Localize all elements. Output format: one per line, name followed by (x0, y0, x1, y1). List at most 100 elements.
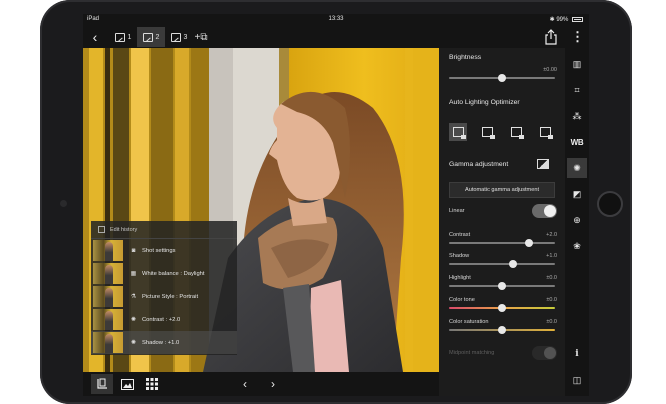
white-balance-button[interactable]: WB (567, 132, 587, 152)
gamma-title: Gamma adjustment (449, 161, 509, 168)
alo-off-button[interactable] (449, 123, 467, 141)
add-tab-button[interactable]: +⧉ (191, 27, 211, 47)
image-view-button[interactable] (116, 374, 138, 394)
history-icon (98, 226, 105, 233)
color-saturation-slider-knob[interactable] (498, 326, 506, 334)
tab-image-2[interactable]: 2 (137, 27, 165, 47)
battery-icon (572, 16, 583, 22)
history-item-white-balance[interactable]: ▦ White balance : Daylight (91, 262, 237, 285)
shadow-slider-knob[interactable] (508, 260, 517, 268)
contrast-slider-knob[interactable] (524, 239, 533, 247)
dust-delete-button[interactable]: ⁂ (567, 106, 587, 126)
color-saturation-value: ±0.0 (546, 319, 557, 325)
share-button[interactable] (544, 29, 558, 45)
clock: 13:33 (328, 16, 344, 22)
image-tab-icon (170, 32, 181, 42)
adjustment-panel: Brightness ±0.00 Auto Lighting Optimizer… (439, 48, 565, 396)
grid-view-button[interactable] (141, 374, 163, 394)
grid-icon (146, 378, 158, 390)
chevron-left-icon: ‹ (243, 377, 247, 391)
tab-label: 1 (127, 33, 132, 41)
white-balance-icon: WB (570, 137, 584, 147)
back-button[interactable]: ‹ (87, 29, 103, 45)
tone-curve-icon: ◩ (572, 188, 582, 199)
color-tone-label: Color tone (449, 297, 475, 303)
shadow-slider[interactable] (449, 260, 555, 268)
crop-button[interactable]: ⌗ (567, 80, 587, 100)
histogram-icon: ▥ (572, 58, 582, 69)
lens-correction-button[interactable]: ⊕ (567, 210, 587, 230)
history-item-contrast[interactable]: ✺ Contrast : +2.0 (91, 308, 237, 331)
image-tab-icon (114, 32, 125, 42)
linear-label: Linear (449, 208, 465, 214)
previous-image-button[interactable]: ‹ (243, 375, 247, 393)
tab-label: 3 (183, 33, 188, 41)
alo-standard-icon (510, 127, 524, 139)
alo-low-button[interactable] (478, 123, 496, 141)
history-thumbnail (93, 332, 123, 353)
histogram-button[interactable]: ▥ (567, 54, 587, 74)
bluetooth-icon: ✱ (549, 17, 555, 23)
brightness-slider-knob[interactable] (498, 74, 506, 82)
history-thumbnail (93, 263, 123, 284)
alo-standard-button[interactable] (507, 123, 525, 141)
linear-toggle[interactable] (532, 204, 557, 218)
info-button[interactable]: i (567, 344, 587, 364)
midpoint-toggle[interactable] (532, 346, 557, 360)
tab-image-1[interactable]: 1 (109, 27, 137, 47)
color-tone-slider-knob[interactable] (498, 304, 506, 312)
app-screen: iPad 13:33 ✱ 99% ‹ 1 2 3 +⧉ ⋮ Edit histo… (83, 14, 589, 396)
history-item-label: Shot settings (142, 247, 176, 254)
color-tone-slider[interactable] (449, 304, 555, 312)
alo-high-button[interactable] (536, 123, 554, 141)
status-bar: iPad 13:33 ✱ 99% (83, 14, 589, 26)
color-adjust-button[interactable]: ❀ (567, 236, 587, 256)
next-image-button[interactable]: › (271, 375, 275, 393)
more-vertical-icon: ⋮ (571, 29, 584, 44)
shadow-icon: ✺ (130, 340, 137, 346)
alo-high-icon (539, 127, 553, 139)
top-toolbar: ‹ 1 2 3 +⧉ ⋮ (83, 26, 589, 48)
highlight-slider-knob[interactable] (498, 282, 506, 290)
compare-button[interactable]: ◫ (567, 370, 587, 390)
shadow-value: +1.0 (546, 253, 557, 259)
battery-status: ✱ 99% (550, 16, 583, 23)
contrast-slider[interactable] (449, 239, 555, 247)
history-icon (97, 378, 107, 389)
highlight-label: Highlight (449, 275, 471, 281)
contrast-value: +2.0 (546, 232, 557, 238)
color-saturation-slider[interactable] (449, 326, 555, 334)
add-image-icon: +⧉ (194, 31, 208, 43)
contrast-label: Contrast (449, 232, 471, 238)
automatic-gamma-button[interactable]: Automatic gamma adjustment (449, 182, 555, 198)
color-tone-value: ±0.0 (546, 297, 557, 303)
battery-percent: 99% (556, 17, 569, 23)
bottom-toolbar: ‹ › (83, 372, 439, 396)
edit-history-panel: Edit history ◙ Shot settings ▦ White bal… (91, 221, 237, 355)
history-item-shadow[interactable]: ✺ Shadow : +1.0 (91, 331, 237, 354)
alo-title: Auto Lighting Optimizer (449, 99, 520, 106)
brightness-slider[interactable] (449, 74, 555, 82)
tool-rail: ▥ ⌗ ⁂ WB ✺ ◩ ⊕ ❀ i ◫ (565, 48, 589, 396)
edit-history-button[interactable] (91, 374, 113, 394)
lens-correction-icon: ⊕ (573, 214, 581, 225)
more-button[interactable]: ⋮ (571, 29, 584, 45)
image-tab-icon (142, 32, 153, 42)
home-button[interactable] (597, 191, 623, 217)
edit-history-title: Edit history (110, 226, 138, 233)
highlight-slider[interactable] (449, 282, 555, 290)
history-item-picture-style[interactable]: ⚗ Picture Style : Portrait (91, 285, 237, 308)
compare-icon: ◫ (572, 374, 582, 385)
history-item-shot-settings[interactable]: ◙ Shot settings (91, 239, 237, 262)
brightness-button[interactable]: ✺ (567, 158, 587, 178)
alo-off-icon (452, 127, 466, 139)
shadow-label: Shadow (449, 253, 470, 259)
tab-image-3[interactable]: 3 (165, 27, 193, 47)
history-thumbnail (93, 240, 123, 261)
tone-curve-button[interactable]: ◩ (567, 184, 587, 204)
dust-delete-icon: ⁂ (572, 110, 582, 121)
front-camera (60, 200, 67, 207)
camera-icon: ◙ (131, 247, 136, 254)
history-item-label: White balance : Daylight (142, 270, 205, 277)
gamma-curve-icon[interactable] (537, 159, 549, 169)
